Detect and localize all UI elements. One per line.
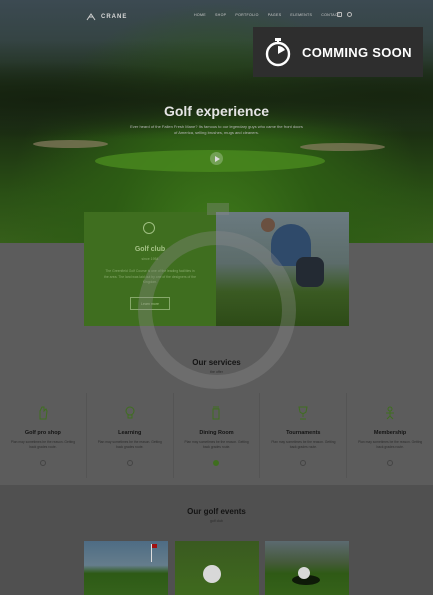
events-title: Our golf events <box>187 507 246 516</box>
lightbulb-icon <box>125 406 135 419</box>
cart-icon[interactable] <box>337 12 342 17</box>
service-title: Learning <box>118 430 142 436</box>
coming-soon-label: COMMING SOON <box>302 44 412 60</box>
flag-icon <box>151 544 157 562</box>
top-navigation: CRANE HOME SHOP PORTFOLIO PAGES ELEMENTS… <box>0 6 433 26</box>
service-dot[interactable] <box>126 460 133 466</box>
service-text: Plan may sometimes be the reason. Gettin… <box>358 440 423 449</box>
menu-item-portfolio[interactable]: PORTFOLIO <box>235 13 258 17</box>
trophy-icon <box>298 406 308 420</box>
coming-soon-badge: COMMING SOON <box>253 27 423 77</box>
nav-icons <box>337 12 352 17</box>
services-subtitle: the offer <box>210 370 223 374</box>
event-card-flag[interactable] <box>84 541 168 595</box>
service-membership[interactable]: Membership Plan may sometimes be the rea… <box>347 393 433 478</box>
golf-ball <box>203 565 221 583</box>
service-text: Plan may sometimes be the reason. Gettin… <box>10 440 76 449</box>
menu-item-elements[interactable]: ELEMENTS <box>290 13 312 17</box>
services-title: Our services <box>192 358 241 367</box>
golfer-icon <box>386 406 395 420</box>
service-text: Plan may sometimes be the reason. Gettin… <box>271 440 336 449</box>
crane-logo-icon <box>86 13 96 21</box>
service-tournaments[interactable]: Tournaments Plan may sometimes be the re… <box>260 393 348 478</box>
service-golf-pro-shop[interactable]: Golf pro shop Plan may sometimes be the … <box>0 393 87 478</box>
event-card-ball[interactable] <box>175 541 259 595</box>
site-logo[interactable]: CRANE <box>86 12 127 22</box>
main-menu: HOME SHOP PORTFOLIO PAGES ELEMENTS CONTA… <box>194 13 340 17</box>
event-card-hole[interactable] <box>265 541 349 595</box>
service-dining-room[interactable]: Dining Room Plan may sometimes be the re… <box>174 393 261 478</box>
search-icon[interactable] <box>347 12 352 17</box>
golf-bag-icon <box>212 406 220 420</box>
page: CRANE HOME SHOP PORTFOLIO PAGES ELEMENTS… <box>0 0 433 595</box>
menu-item-shop[interactable]: SHOP <box>215 13 226 17</box>
bunker <box>33 140 108 148</box>
menu-item-home[interactable]: HOME <box>194 13 206 17</box>
service-title: Membership <box>373 430 407 436</box>
events-subtitle: golf club <box>209 519 224 523</box>
services-list: Golf pro shop Plan may sometimes be the … <box>0 393 433 478</box>
golfer-legs <box>296 257 324 287</box>
service-dot-active[interactable] <box>213 460 220 466</box>
service-title: Tournaments <box>286 430 321 436</box>
service-text: Plan may sometimes be the reason. Gettin… <box>184 440 249 449</box>
menu-item-pages[interactable]: PAGES <box>268 13 282 17</box>
service-title: Golf pro shop <box>24 430 61 436</box>
service-dot[interactable] <box>387 460 394 466</box>
play-video-button[interactable] <box>210 152 223 165</box>
service-learning[interactable]: Learning Plan may sometimes be the reaso… <box>87 393 174 478</box>
service-title: Dining Room <box>199 430 234 436</box>
service-dot[interactable] <box>39 460 46 466</box>
service-text: Plan may sometimes be the reason. Gettin… <box>97 440 162 449</box>
golf-ball <box>298 567 310 579</box>
glove-icon <box>39 406 48 420</box>
stopwatch-icon <box>265 38 291 67</box>
logo-text: CRANE <box>101 14 128 20</box>
hero-title: Golf experience <box>163 103 270 119</box>
service-dot[interactable] <box>300 460 307 466</box>
hero-subtitle: Ever heard of the Fallen Fresh Mane? Its… <box>130 124 303 135</box>
bunker <box>300 143 385 151</box>
